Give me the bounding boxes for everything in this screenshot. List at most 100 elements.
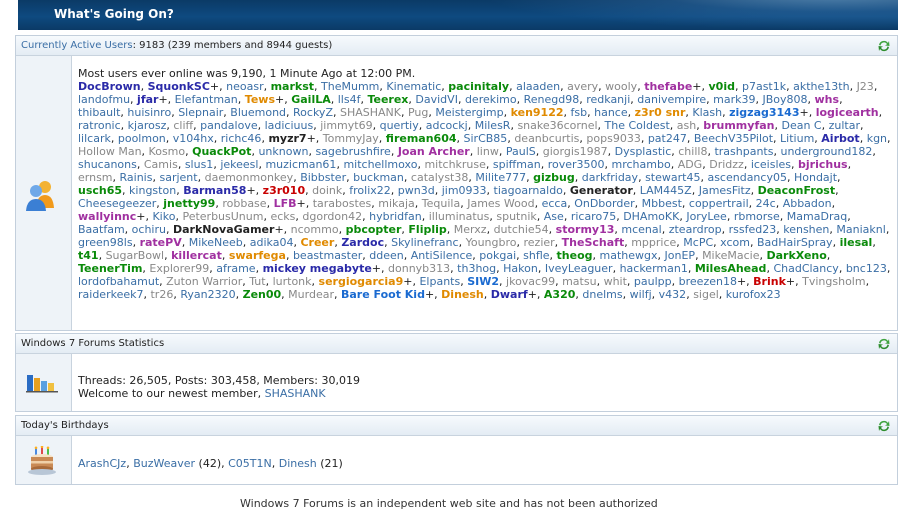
online-user-link[interactable]: donnyb313 xyxy=(388,262,450,275)
online-user-link[interactable]: MikeNeeb xyxy=(189,236,243,249)
online-user-link[interactable]: tiagoarnaldo xyxy=(494,184,563,197)
online-user-link[interactable]: sagebrushfire xyxy=(315,145,390,158)
online-user-link[interactable]: lurtonk xyxy=(273,275,312,288)
birthday-user-link[interactable]: Dinesh xyxy=(279,457,317,470)
online-user-link[interactable]: bnc123 xyxy=(846,262,887,275)
online-user-link[interactable]: PaulS xyxy=(506,145,536,158)
online-user-link[interactable]: usch65 xyxy=(78,184,122,197)
online-user-link[interactable]: myzr7 xyxy=(268,132,306,145)
online-user-link[interactable]: Baatfam xyxy=(78,223,125,236)
online-user-link[interactable]: green98ls xyxy=(78,236,133,249)
online-user-link[interactable]: markst xyxy=(271,80,314,93)
online-user-link[interactable]: A320 xyxy=(544,288,575,301)
online-user-link[interactable]: rezier xyxy=(524,236,555,249)
online-user-link[interactable]: ricaro75 xyxy=(571,210,616,223)
online-user-link[interactable]: mrchambo xyxy=(612,158,671,171)
online-user-link[interactable]: frolix22 xyxy=(349,184,391,197)
online-user-link[interactable]: LAM445Z xyxy=(640,184,692,197)
online-user-link[interactable]: lls4f xyxy=(338,93,361,106)
online-user-link[interactable]: BeechV35Pilot xyxy=(694,132,773,145)
online-user-link[interactable]: jim0933 xyxy=(442,184,487,197)
online-user-link[interactable]: jfar xyxy=(137,93,158,106)
online-user-link[interactable]: kgn xyxy=(867,132,887,145)
online-user-link[interactable]: ilesal xyxy=(840,236,873,249)
online-user-link[interactable]: DavidVI xyxy=(415,93,458,106)
online-user-link[interactable]: Milite777 xyxy=(475,171,526,184)
online-user-link[interactable]: v104hx xyxy=(173,132,214,145)
online-user-link[interactable]: Zen00 xyxy=(243,288,282,301)
online-user-link[interactable]: underground182 xyxy=(780,145,872,158)
online-user-link[interactable]: derekimo xyxy=(465,93,517,106)
online-user-link[interactable]: neoasr xyxy=(226,80,263,93)
online-user-link[interactable]: z3r010 xyxy=(263,184,305,197)
online-user-link[interactable]: giorgis1987 xyxy=(543,145,608,158)
online-user-link[interactable]: hybridfan xyxy=(369,210,422,223)
online-user-link[interactable]: BadHairSpray xyxy=(757,236,833,249)
online-user-link[interactable]: killercat xyxy=(171,249,222,262)
online-user-link[interactable]: SHASHANK xyxy=(340,106,401,119)
online-user-link[interactable]: Murdear xyxy=(288,288,334,301)
online-user-link[interactable]: ladiciuus xyxy=(265,119,314,132)
online-user-link[interactable]: redkanji xyxy=(586,93,630,106)
online-user-link[interactable]: ADG xyxy=(678,158,703,171)
online-user-link[interactable]: lordofbahamut xyxy=(78,275,159,288)
online-user-link[interactable]: OnDborder xyxy=(574,197,634,210)
online-user-link[interactable]: ratronic xyxy=(78,119,121,132)
online-user-link[interactable]: Litium xyxy=(780,132,814,145)
online-user-link[interactable]: kurofox23 xyxy=(726,288,781,301)
online-user-link[interactable]: PeterbusUnum xyxy=(182,210,263,223)
online-user-link[interactable]: Klash xyxy=(692,106,722,119)
online-user-link[interactable]: mickey megabyte xyxy=(263,262,372,275)
online-user-link[interactable]: DarkNovaGamer xyxy=(173,223,274,236)
online-user-link[interactable]: Rainis xyxy=(120,171,153,184)
online-user-link[interactable]: v432 xyxy=(659,288,687,301)
online-user-link[interactable]: Skylinefranc xyxy=(391,236,458,249)
online-user-link[interactable]: kjarosz xyxy=(128,119,167,132)
online-user-link[interactable]: Bare Foot Kid xyxy=(341,288,425,301)
online-user-link[interactable]: rover3500 xyxy=(548,158,605,171)
online-user-link[interactable]: rbmorse xyxy=(734,210,780,223)
online-user-link[interactable]: QuackPot xyxy=(192,145,251,158)
online-user-link[interactable]: ochiru xyxy=(132,223,166,236)
online-user-link[interactable]: danivempire xyxy=(637,93,706,106)
online-user-link[interactable]: linw xyxy=(477,145,499,158)
online-user-link[interactable]: hance xyxy=(594,106,628,119)
online-user-link[interactable]: pat247 xyxy=(648,132,687,145)
online-user-link[interactable]: v0id xyxy=(709,80,735,93)
online-user-link[interactable]: Dwarf xyxy=(491,288,528,301)
online-user-link[interactable]: Elefantman xyxy=(175,93,238,106)
online-user-link[interactable]: logicearth xyxy=(816,106,879,119)
online-user-link[interactable]: wooly xyxy=(605,80,637,93)
online-user-link[interactable]: aframe xyxy=(216,262,255,275)
refresh-icon[interactable] xyxy=(877,39,891,53)
online-user-link[interactable]: Kinematic xyxy=(386,80,441,93)
online-user-link[interactable]: darkfriday xyxy=(582,171,638,184)
birthday-user-link[interactable]: ArashCJz xyxy=(78,457,126,470)
online-user-link[interactable]: ken9122 xyxy=(511,106,564,119)
online-user-link[interactable]: 24c xyxy=(756,197,776,210)
online-user-link[interactable]: Fliplip xyxy=(408,223,446,236)
online-user-link[interactable]: ernsm xyxy=(78,171,113,184)
online-user-link[interactable]: TheSchaft xyxy=(562,236,625,249)
online-user-link[interactable]: jkovac99 xyxy=(506,275,555,288)
birthday-user-link[interactable]: BuzWeaver xyxy=(133,457,195,470)
online-user-link[interactable]: robbase xyxy=(222,197,266,210)
birthday-user-link[interactable]: C05T1N xyxy=(228,457,272,470)
online-user-link[interactable]: dutchie54 xyxy=(494,223,549,236)
newest-member-link[interactable]: SHASHANK xyxy=(265,387,326,400)
online-user-link[interactable]: doink xyxy=(312,184,342,197)
online-user-link[interactable]: iceisles xyxy=(751,158,791,171)
online-user-link[interactable]: th3hog xyxy=(457,262,496,275)
online-user-link[interactable]: Dridzz xyxy=(709,158,744,171)
online-user-link[interactable]: fsb xyxy=(571,106,588,119)
online-user-link[interactable]: mark39 xyxy=(713,93,755,106)
online-user-link[interactable]: SIW2 xyxy=(467,275,499,288)
online-user-link[interactable]: pacinitaly xyxy=(448,80,509,93)
online-user-link[interactable]: mcenal xyxy=(621,223,661,236)
online-user-link[interactable]: ecks xyxy=(270,210,295,223)
online-user-link[interactable]: MamaDraq xyxy=(787,210,847,223)
online-user-link[interactable]: huisinro xyxy=(127,106,171,119)
online-user-link[interactable]: zultar xyxy=(829,119,860,132)
online-user-link[interactable]: ecca xyxy=(542,197,568,210)
online-user-link[interactable]: SquonkSC xyxy=(148,80,210,93)
